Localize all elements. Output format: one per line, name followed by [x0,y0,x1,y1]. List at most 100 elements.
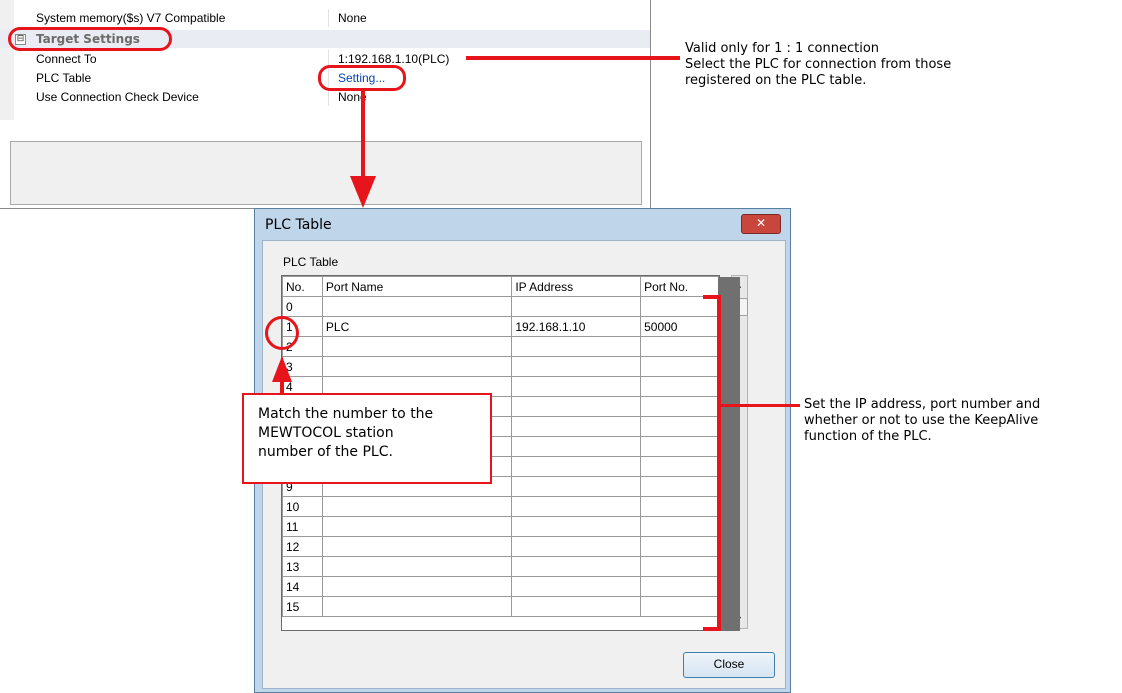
prop-row-connection-check[interactable]: Use Connection Check Device None [0,88,650,106]
table-row[interactable]: 12 [282,536,719,557]
table-row[interactable]: 3 [282,356,719,377]
cell-ip-address[interactable] [511,296,642,317]
cell-port-name[interactable] [321,516,513,537]
close-button[interactable]: Close [683,652,775,678]
cell-ip-address[interactable] [511,536,642,557]
cell-port-no[interactable]: 50000 [640,316,719,337]
prop-value: 1:192.168.1.10(PLC) [338,52,450,66]
column-header-no: No. [282,276,323,297]
table-row[interactable]: 1 PLC 192.168.1.10 50000 [282,316,719,337]
cell-ip-address[interactable] [511,516,642,537]
callout-text: Match the number to the MEWTOCOL station… [258,405,488,462]
cell-port-no[interactable] [640,376,719,397]
cell-ip-address[interactable] [511,396,642,417]
cell-port-no[interactable] [640,396,719,417]
cell-port-name[interactable] [321,336,513,357]
cell-no[interactable]: 13 [282,556,323,577]
port-note: Set the IP address, port number and whet… [804,397,1040,445]
column-header-port-name: Port Name [321,276,513,297]
table-row[interactable]: 2 [282,336,719,357]
cell-no[interactable]: 0 [282,296,323,317]
table-caption: PLC Table [283,255,339,269]
cell-port-name[interactable] [321,496,513,517]
cell-ip-address[interactable] [511,376,642,397]
note-line: function of the PLC. [804,429,932,444]
table-row[interactable]: 11 [282,516,719,537]
cell-port-no[interactable] [640,296,719,317]
cell-ip-address[interactable] [511,436,642,457]
cell-port-no[interactable] [640,496,719,517]
prop-key: System memory($s) V7 Compatible [36,11,226,25]
cell-port-no[interactable] [640,336,719,357]
table-row[interactable]: 13 [282,556,719,577]
cell-port-no[interactable] [640,576,719,597]
cell-port-name[interactable] [321,536,513,557]
arrow-shaft-to-dialog [361,90,365,180]
note-line: registered on the PLC table. [685,73,867,88]
prop-value: None [338,11,367,25]
bracket-vertical [717,295,721,631]
cell-port-no[interactable] [640,456,719,477]
cell-ip-address[interactable] [511,496,642,517]
cell-port-name[interactable] [321,556,513,577]
cell-ip-address[interactable] [511,456,642,477]
cell-ip-address[interactable] [511,356,642,377]
prop-key: Use Connection Check Device [36,90,199,104]
table-row[interactable]: 14 [282,576,719,597]
column-header-port-no: Port No. [640,276,719,297]
prop-key: Connect To [36,52,97,66]
arrow-down-icon [350,176,376,208]
cell-port-no[interactable] [640,536,719,557]
cell-ip-address[interactable] [511,476,642,497]
cell-ip-address[interactable] [511,576,642,597]
note-line: MEWTOCOL station [258,425,394,441]
prop-key: PLC Table [36,71,92,85]
note-line: whether or not to use the KeepAlive [804,413,1039,428]
table-row[interactable]: 15 [282,596,719,617]
note-line: Select the PLC for connection from those [685,57,952,72]
cell-port-name[interactable] [321,596,513,617]
cell-ip-address[interactable]: 192.168.1.10 [511,316,642,337]
cell-port-name[interactable] [321,296,513,317]
cell-port-no[interactable] [640,596,719,617]
close-icon[interactable]: ✕ [741,214,781,234]
highlight-setting-link [318,65,406,91]
cell-port-no[interactable] [640,356,719,377]
connect-note: Valid only for 1 : 1 connection Select t… [685,41,951,89]
highlight-station-number [265,316,299,350]
table-header: No. Port Name IP Address Port No. [282,276,719,297]
cell-ip-address[interactable] [511,416,642,437]
bracket-bottom [703,627,721,631]
cell-no[interactable]: 15 [282,596,323,617]
cell-no[interactable]: 11 [282,516,323,537]
table-row[interactable]: 10 [282,496,719,517]
cell-port-name[interactable]: PLC [321,316,513,337]
station-callout: Match the number to the MEWTOCOL station… [242,393,492,484]
cell-ip-address[interactable] [511,336,642,357]
note-line: Valid only for 1 : 1 connection [685,41,880,56]
note-line: number of the PLC. [258,444,393,460]
column-header-ip-address: IP Address [511,276,642,297]
pointer-line-port [720,404,800,407]
cell-ip-address[interactable] [511,556,642,577]
cell-no[interactable]: 10 [282,496,323,517]
note-line: Match the number to the [258,406,434,422]
description-box [10,141,642,205]
cell-port-no[interactable] [640,416,719,437]
dialog-title: PLC Table [265,217,332,233]
prop-row-system-memory[interactable]: System memory($s) V7 Compatible None [0,9,650,27]
cell-port-name[interactable] [321,356,513,377]
cell-port-no[interactable] [640,516,719,537]
cell-no[interactable]: 14 [282,576,323,597]
column-shade [718,277,740,631]
cell-ip-address[interactable] [511,596,642,617]
table-row[interactable]: 0 [282,296,719,317]
cell-port-no[interactable] [640,556,719,577]
cell-port-name[interactable] [321,576,513,597]
arrow-up-icon [272,356,292,382]
pointer-line-connect [466,56,680,60]
cell-port-no[interactable] [640,436,719,457]
note-line: Set the IP address, port number and [804,397,1041,412]
cell-no[interactable]: 12 [282,536,323,557]
cell-port-no[interactable] [640,476,719,497]
